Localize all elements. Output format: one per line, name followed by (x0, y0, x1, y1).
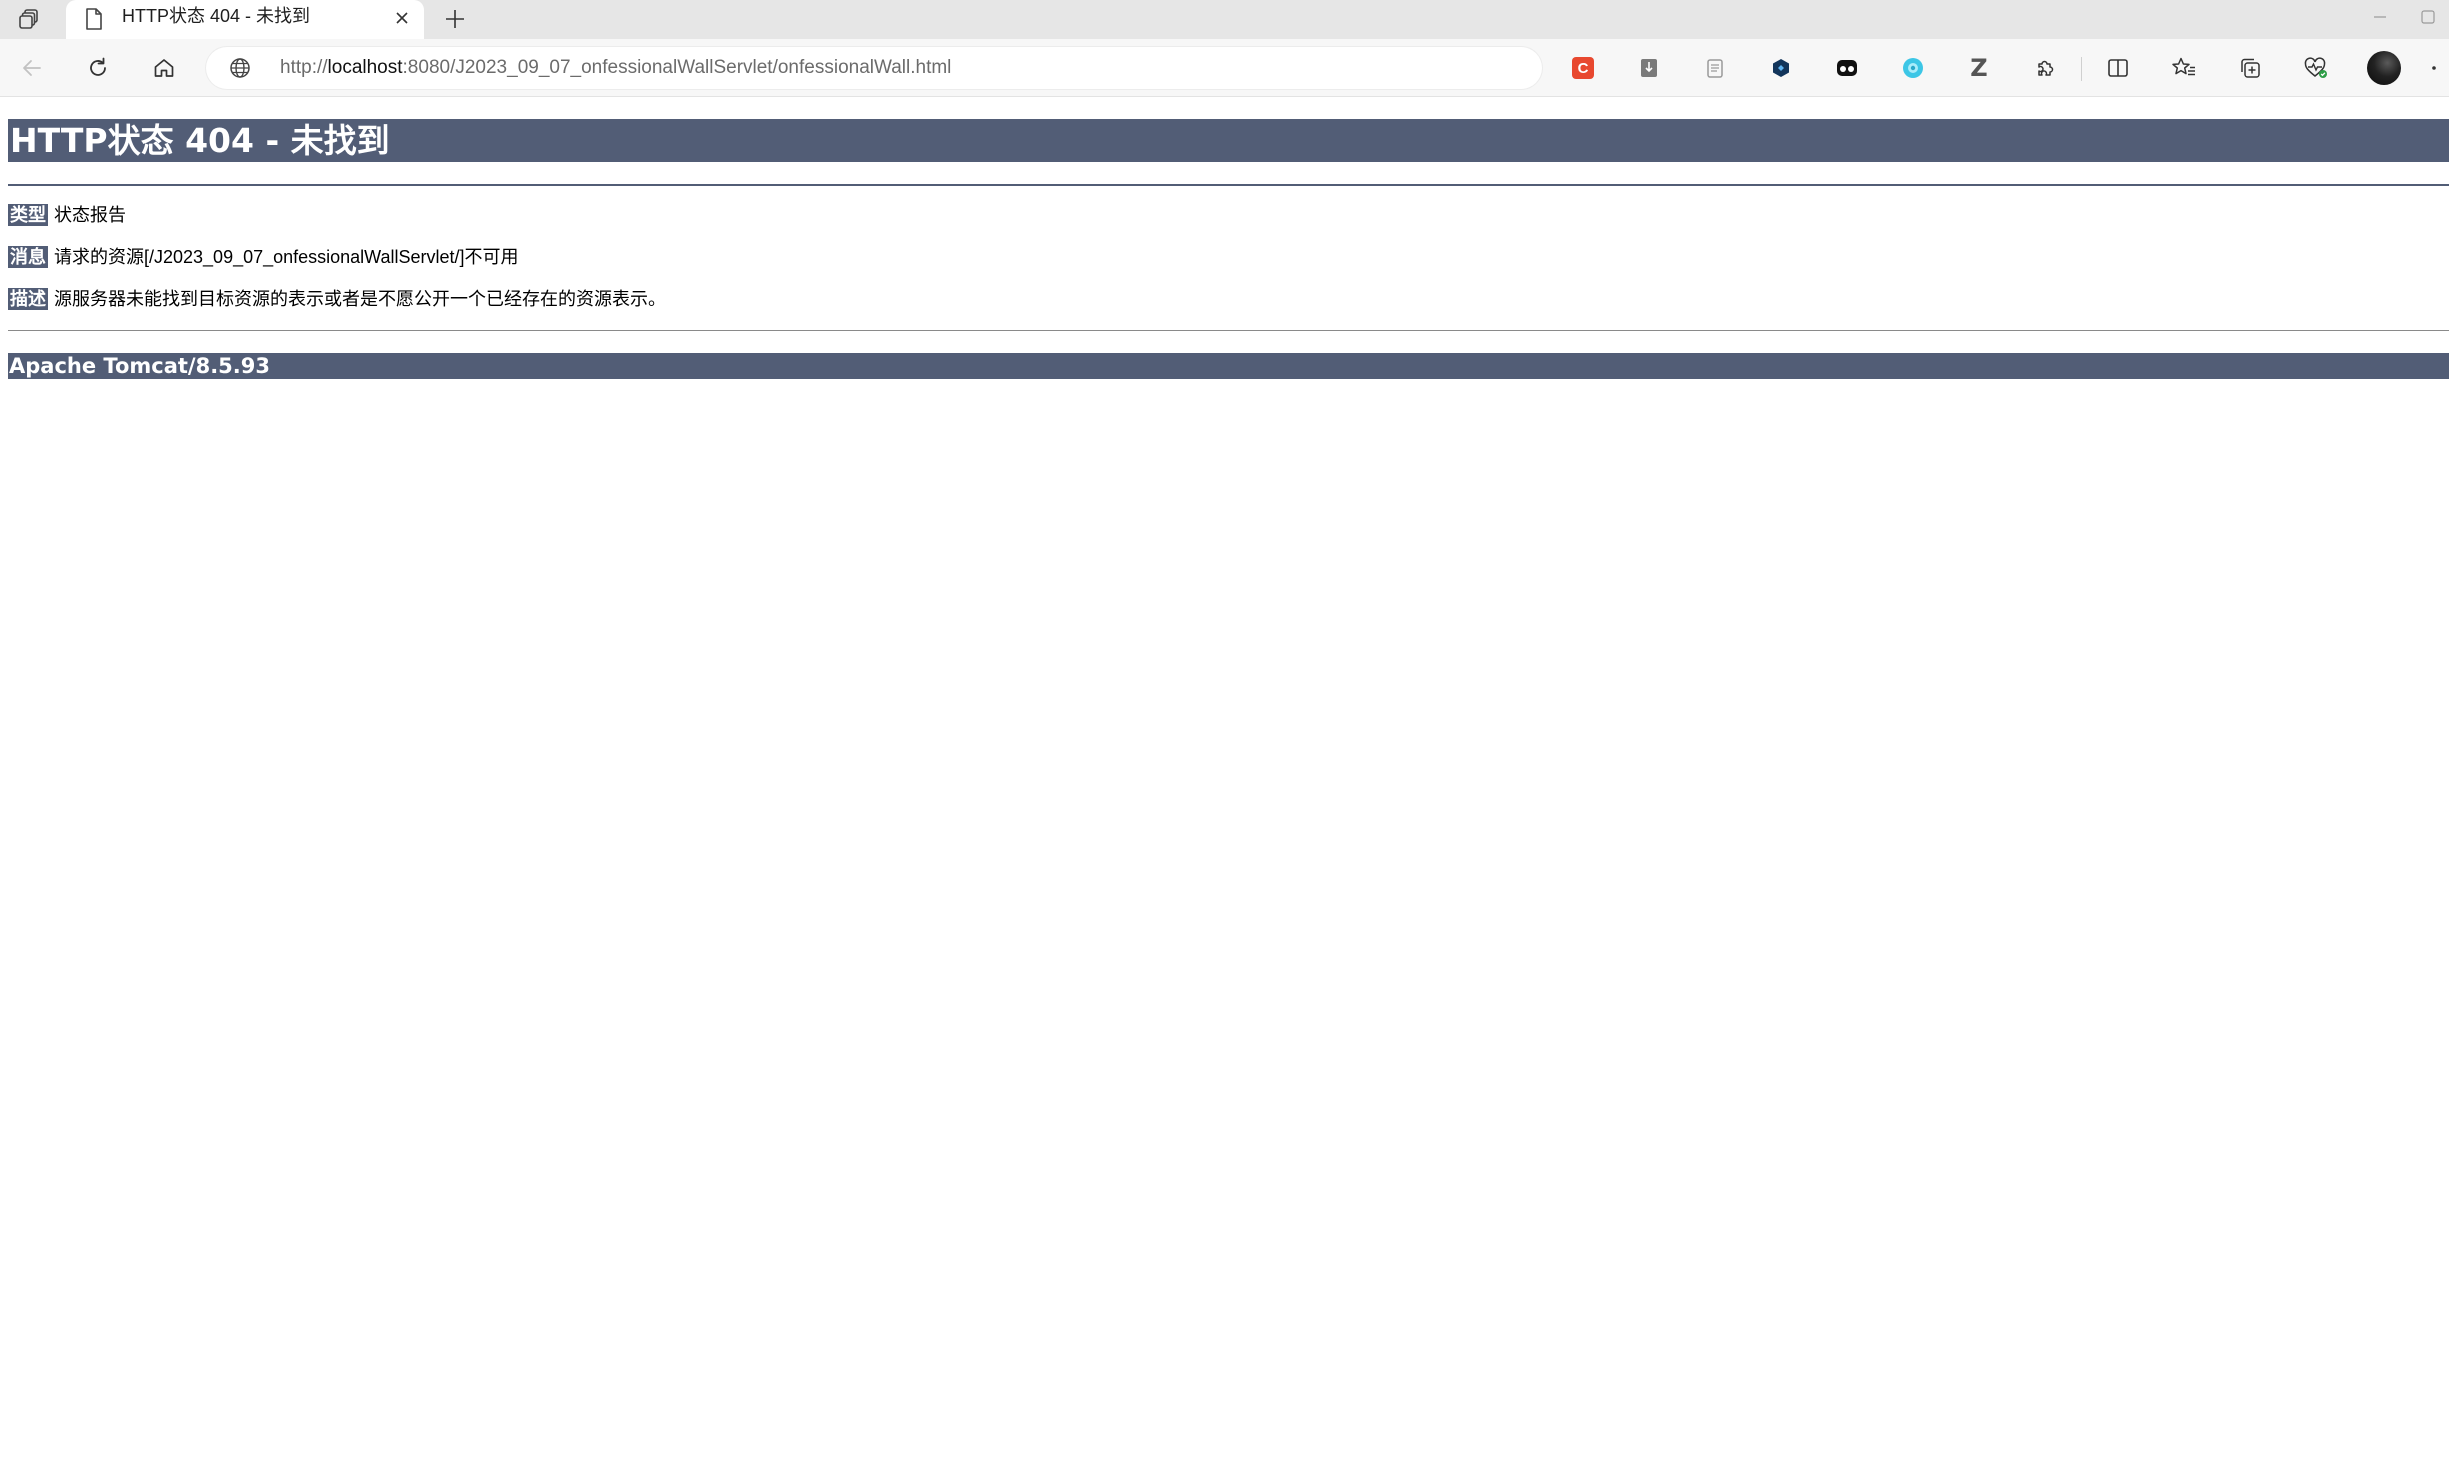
browser-toolbar: http://localhost:8080/J2023_09_07_onfess… (0, 39, 2449, 97)
tab-active[interactable]: HTTP状态 404 - 未找到 (66, 0, 424, 39)
extension-clipboard[interactable] (1697, 50, 1733, 86)
divider-top (8, 184, 2449, 186)
tab-close-button[interactable] (388, 4, 416, 32)
globe-icon (230, 58, 250, 78)
plus-icon (446, 10, 464, 28)
more-dots-icon (2432, 66, 2436, 70)
favorites-button[interactable] (2166, 50, 2202, 86)
tab-title: HTTP状态 404 - 未找到 (122, 6, 311, 26)
type-value: 状态报告 (54, 205, 126, 225)
message-label: 消息 (8, 246, 48, 268)
profile-button[interactable] (2366, 50, 2402, 86)
info-row-message: 消息 请求的资源[/J2023_09_07_onfessionalWallServ… (8, 244, 519, 270)
red-c-extension-icon: C (1572, 57, 1594, 79)
url-path: :8080/J2023_09_07_onfessionalWallServlet… (402, 57, 952, 78)
page-title: HTTP状态 404 - 未找到 (8, 119, 2449, 162)
info-row-type: 类型 状态报告 (8, 202, 126, 228)
refresh-button[interactable] (80, 50, 116, 86)
maximize-icon (2421, 10, 2435, 24)
hexagon-extension-icon (1773, 59, 1789, 77)
refresh-icon (90, 57, 106, 76)
url-text[interactable]: http://localhost:8080/J2023_09_07_onfess… (280, 47, 951, 89)
minimize-icon (2374, 16, 2386, 18)
cyan-circle-extension-icon (1903, 58, 1923, 78)
minimize-button[interactable] (2360, 2, 2400, 32)
address-bar[interactable]: http://localhost:8080/J2023_09_07_onfess… (206, 47, 1542, 89)
z-extension-icon: Z (1970, 54, 1988, 82)
home-icon (154, 59, 174, 77)
collections-button[interactable] (2232, 50, 2268, 86)
extension-z[interactable]: Z (1961, 50, 1997, 86)
url-host: localhost (327, 57, 403, 78)
collections-icon (2241, 58, 2260, 78)
browser-window: HTTP状态 404 - 未找到 http://localhost:8080/J… (0, 0, 2449, 1473)
toolbar-separator (2081, 57, 2082, 81)
extension-cyan-circle[interactable] (1895, 50, 1931, 86)
back-arrow-icon (23, 60, 41, 76)
new-tab-button[interactable] (438, 2, 472, 36)
puzzle-icon (2038, 60, 2054, 76)
clipboard-extension-icon (1707, 59, 1723, 78)
server-version: Apache Tomcat/8.5.93 (8, 353, 2449, 379)
split-screen-button[interactable] (2100, 50, 2136, 86)
extension-black-mask[interactable] (1829, 50, 1865, 86)
url-scheme: http:// (280, 57, 328, 78)
divider-bottom (8, 330, 2449, 331)
page-icon (82, 7, 106, 31)
settings-more-button[interactable] (2426, 50, 2449, 86)
description-value: 源服务器未能找到目标资源的表示或者是不愿公开一个已经存在的资源表示。 (54, 289, 666, 309)
tab-strip: HTTP状态 404 - 未找到 (0, 0, 2449, 39)
extension-dark-hex[interactable] (1763, 50, 1799, 86)
heart-pulse-icon (2304, 57, 2327, 78)
description-label: 描述 (8, 288, 48, 310)
maximize-button[interactable] (2420, 2, 2449, 32)
avatar (2367, 51, 2401, 85)
grey-box-extension-icon (1641, 59, 1657, 77)
type-label: 类型 (8, 204, 48, 226)
split-screen-icon (2108, 59, 2128, 77)
home-button[interactable] (146, 50, 182, 86)
mask-extension-icon (1837, 60, 1857, 76)
extension-red-c[interactable]: C (1565, 50, 1601, 86)
workspaces-button[interactable] (12, 3, 46, 35)
extensions-button[interactable] (2027, 50, 2063, 86)
browser-essentials-button[interactable] (2298, 50, 2334, 86)
workspaces-icon (19, 9, 38, 29)
close-icon (396, 12, 408, 24)
message-value: 请求的资源[/J2023_09_07_onfessionalWallServle… (54, 247, 519, 267)
site-info-button[interactable] (228, 56, 252, 80)
back-button[interactable] (14, 50, 50, 86)
favorites-star-icon (2172, 57, 2195, 76)
page-content: HTTP状态 404 - 未找到 类型 状态报告 消息 请求的资源[/J2023_0… (0, 97, 2449, 1473)
info-row-description: 描述 源服务器未能找到目标资源的表示或者是不愿公开一个已经存在的资源表示。 (8, 286, 666, 312)
extension-grey-box[interactable] (1631, 50, 1667, 86)
